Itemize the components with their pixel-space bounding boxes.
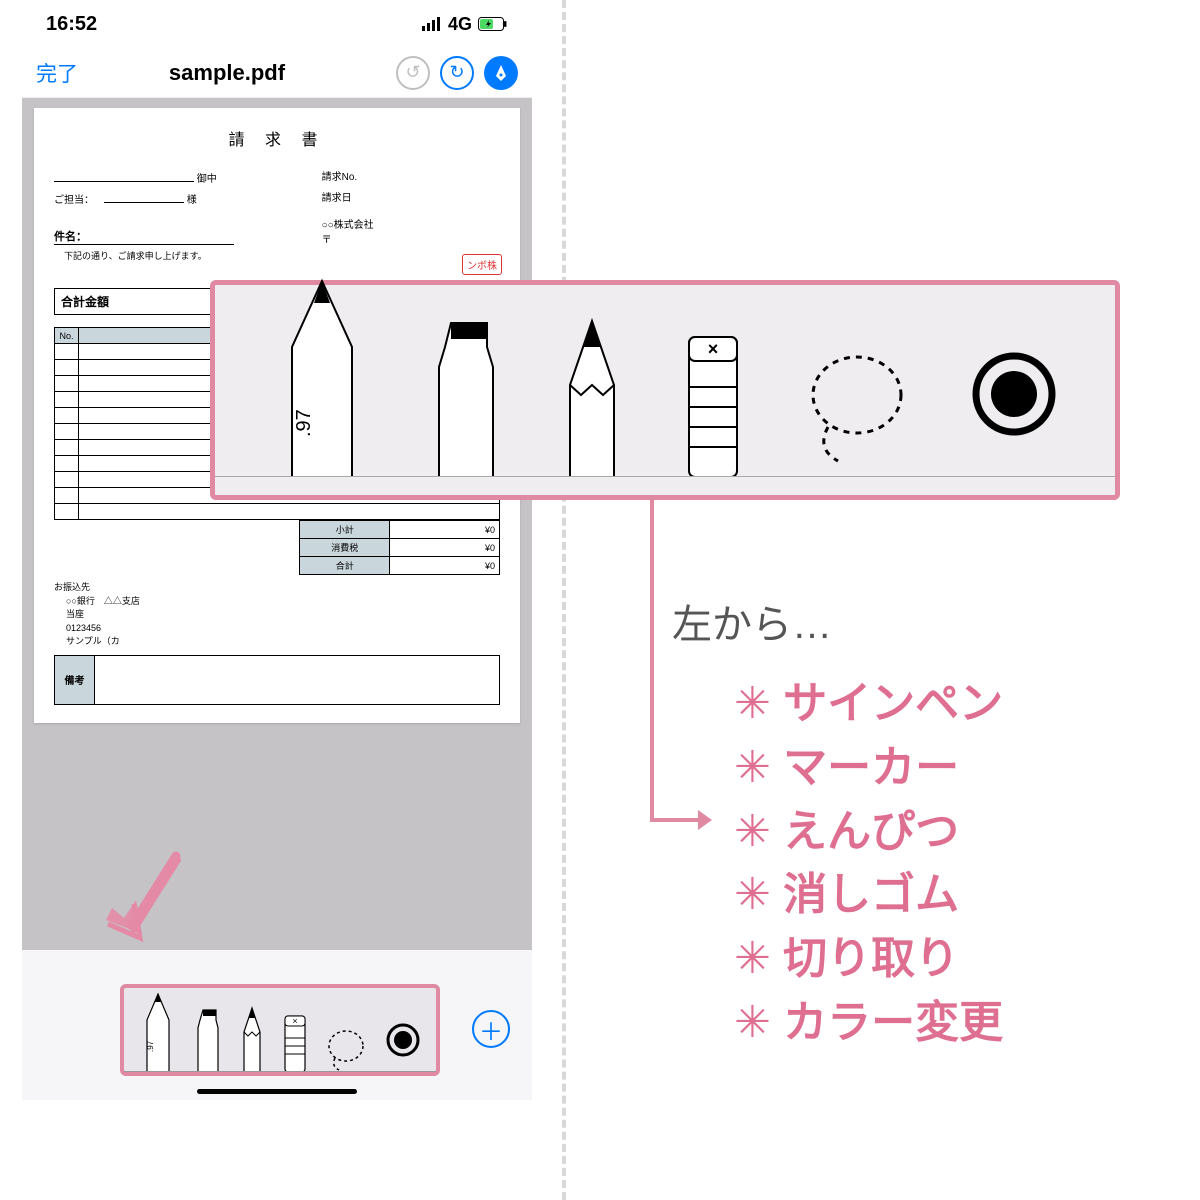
stamp: ンボ株 [462,254,502,275]
color-tool-large-icon[interactable] [969,349,1059,439]
eraser-tool-icon[interactable]: × [282,1010,308,1072]
nav-bar: 完了 sample.pdf ↺ ↻ [22,48,532,98]
eraser-tool-large-icon[interactable]: × [681,327,745,477]
marker-tool-icon[interactable] [194,1006,222,1072]
add-button[interactable]: ＋ [472,1010,510,1048]
lasso-tool-large-icon[interactable] [802,347,912,467]
tax-value: ¥0 [390,539,500,557]
account-type: 当座 [66,608,500,622]
subtotal-value: ¥0 [390,521,500,539]
pen-tool-large-icon[interactable]: .97 [272,277,372,477]
undo-button[interactable]: ↺ [396,56,430,90]
pencil-tool-large-icon[interactable] [560,317,624,477]
legend-title: 左から… [672,592,1003,650]
clock: 16:52 [46,13,97,36]
legend-item: 切り取り [734,927,1003,991]
svg-text:×: × [707,339,718,359]
legend-list: サインペン マーカー えんぴつ 消しゴム 切り取り カラー変更 [734,672,1003,1055]
lasso-tool-icon[interactable] [325,1026,367,1072]
onchu-label: 御中 [197,174,217,185]
subtotals-table: 小計¥0 消費税¥0 合計¥0 [299,520,500,575]
pencil-tool-icon[interactable] [240,1006,264,1072]
bank-name: ○○銀行 △△支店 [66,595,500,609]
invoice-title: 請 求 書 [54,126,500,150]
gotanto-label: ご担当： [54,191,104,206]
col-no: No. [55,328,79,344]
bank-heading: お振込先 [54,581,500,595]
remarks-box: 備考 [54,655,500,705]
legend-item: サインペン [734,672,1003,736]
bank-info: お振込先 ○○銀行 △△支店 当座 0123456 サンプル（カ [54,581,500,649]
account-number: 0123456 [66,622,500,636]
grandtotal-value: ¥0 [390,557,500,575]
grandtotal-label: 合計 [300,557,390,575]
home-indicator [197,1089,357,1094]
postal-mark: 〒 [322,231,500,246]
subtotal-label: 小計 [300,521,390,539]
legend-item: 消しゴム [734,863,1003,927]
markup-toolbar-callout: .97 × [210,280,1120,500]
pen-size-label-large: .97 [293,409,315,437]
kenmei-label: 件名： [54,231,87,243]
invoice-date-label: 請求日 [322,193,352,204]
sama-label: 様 [187,195,197,206]
markup-toolbar-small: .97 × [120,984,440,1076]
company-name: ○○株式会社 [322,216,500,231]
legend-item: カラー変更 [734,991,1003,1055]
status-bar: 16:52 4G [22,0,532,48]
network-label: 4G [448,14,472,35]
hand-drawn-arrow [86,848,196,978]
document-title: sample.pdf [68,60,386,86]
redo-button[interactable]: ↻ [440,56,474,90]
legend-item: マーカー [734,736,1003,800]
marker-tool-large-icon[interactable] [429,317,503,477]
vertical-divider [562,0,566,1200]
total-label: 合計金額 [55,289,228,314]
legend: 左から… サインペン マーカー えんぴつ 消しゴム 切り取り カラー変更 [672,592,1003,1055]
invoice-no-label: 請求No. [322,172,358,183]
legend-item: えんぴつ [734,800,1003,864]
pen-tip-icon [492,64,510,82]
tax-label: 消費税 [300,539,390,557]
color-tool-icon[interactable] [385,1022,421,1058]
signal-icon [422,17,442,31]
pen-size-label: .97 [146,1040,155,1052]
markup-button[interactable] [484,56,518,90]
account-holder: サンプル（カ [66,635,500,649]
status-right: 4G [422,14,508,35]
pen-tool-icon[interactable]: .97 [139,992,177,1072]
remarks-label: 備考 [55,656,95,704]
svg-text:×: × [292,1016,297,1026]
connector-vertical [650,500,654,820]
battery-icon [478,17,508,31]
request-note: 下記の通り、ご請求申し上げます。 [64,249,322,262]
